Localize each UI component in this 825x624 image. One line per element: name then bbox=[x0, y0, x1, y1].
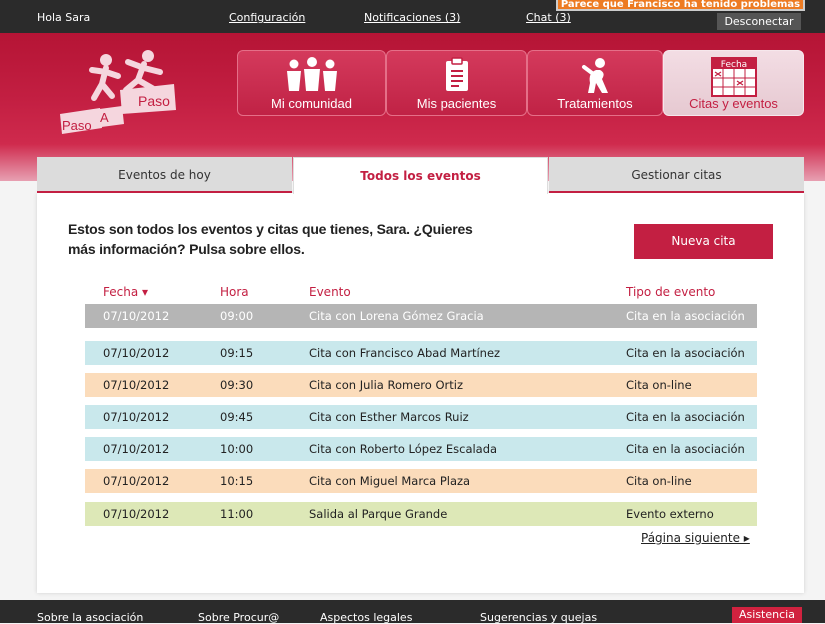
nav-label: Tratamientos bbox=[557, 96, 633, 111]
cell-date: 07/10/2012 bbox=[103, 474, 170, 488]
table-row[interactable]: 07/10/2012 09:00 Cita con Lorena Gómez Gra… bbox=[85, 304, 757, 328]
table-row[interactable]: 07/10/2012 10:15 Cita con Miguel Marca Pla… bbox=[85, 469, 757, 493]
nav-citas-y-eventos[interactable]: Fecha Citas y eventos bbox=[663, 50, 804, 116]
tab-eventos-de-hoy[interactable]: Eventos de hoy bbox=[37, 157, 292, 193]
cell-time: 10:15 bbox=[220, 474, 254, 488]
cell-event: Cita con Julia Romero Ortiz bbox=[309, 378, 463, 392]
cell-type: Cita on-line bbox=[626, 378, 692, 392]
calendar-icon: Fecha bbox=[710, 57, 757, 97]
nav-mis-pacientes[interactable]: Mis pacientes bbox=[386, 50, 527, 116]
cell-time: 10:00 bbox=[220, 442, 254, 456]
nav-label: Citas y eventos bbox=[689, 96, 778, 111]
table-row[interactable]: 07/10/2012 11:00 Salida al Parque Grande Ev… bbox=[85, 502, 757, 526]
logo-word-1: Paso bbox=[62, 118, 92, 133]
col-header-date[interactable]: Fecha ▾ bbox=[103, 285, 148, 299]
clipboard-icon bbox=[445, 57, 468, 91]
cell-date: 07/10/2012 bbox=[103, 410, 170, 424]
tab-todos-los-eventos[interactable]: Todos los eventos bbox=[293, 157, 548, 194]
paso-a-paso-logo[interactable]: Paso A Paso bbox=[56, 48, 186, 144]
cell-date: 07/10/2012 bbox=[103, 346, 170, 360]
nav-tratamientos[interactable]: Tratamientos bbox=[527, 50, 663, 116]
cell-event: Salida al Parque Grande bbox=[309, 507, 448, 521]
cell-date: 07/10/2012 bbox=[103, 507, 170, 521]
footer-procura-link[interactable]: Sobre Procur@ bbox=[198, 611, 279, 624]
cell-type: Cita en la asociación bbox=[626, 410, 745, 424]
cell-date: 07/10/2012 bbox=[103, 309, 170, 323]
tab-gestionar-citas[interactable]: Gestionar citas bbox=[549, 157, 804, 193]
footer-legal-link[interactable]: Aspectos legales bbox=[320, 611, 412, 624]
table-row[interactable]: 07/10/2012 09:15 Cita con Francisco Abad M… bbox=[85, 341, 757, 365]
calendar-icon-label: Fecha bbox=[720, 60, 746, 70]
notification-toast[interactable]: Parece que Francisco ha tenido problemas bbox=[556, 0, 805, 11]
config-link[interactable]: Configuración bbox=[229, 11, 305, 24]
cell-event: Cita con Roberto López Escalada bbox=[309, 442, 498, 456]
cell-type: Cita en la asociación bbox=[626, 346, 745, 360]
cell-type: Cita en la asociación bbox=[626, 442, 745, 456]
cell-event: Cita con Miguel Marca Plaza bbox=[309, 474, 471, 488]
cell-time: 11:00 bbox=[220, 507, 254, 521]
cell-event: Cita con Esther Marcos Ruiz bbox=[309, 410, 469, 424]
cell-date: 07/10/2012 bbox=[103, 378, 170, 392]
cell-time: 09:45 bbox=[220, 410, 254, 424]
cell-time: 09:15 bbox=[220, 346, 254, 360]
people-icon bbox=[286, 57, 337, 91]
table-row[interactable]: 07/10/2012 09:45 Cita con Esther Marcos Ru… bbox=[85, 405, 757, 429]
logout-button[interactable]: Desconectar bbox=[717, 13, 801, 30]
table-row[interactable]: 07/10/2012 09:30 Cita con Julia Romero Ort… bbox=[85, 373, 757, 397]
cell-type: Cita on-line bbox=[626, 474, 692, 488]
col-header-time: Hora bbox=[220, 285, 249, 299]
nav-label: Mi comunidad bbox=[271, 96, 352, 111]
intro-text: Estos son todos los eventos y citas que … bbox=[68, 221, 473, 257]
nav-label: Mis pacientes bbox=[416, 96, 497, 111]
greeting: Hola Sara bbox=[37, 11, 91, 24]
nav-mi-comunidad[interactable]: Mi comunidad bbox=[237, 50, 386, 116]
footer-suggestions-link[interactable]: Sugerencias y quejas bbox=[480, 611, 597, 624]
exercise-icon bbox=[582, 58, 608, 93]
logo-word-3: Paso bbox=[138, 93, 170, 109]
col-header-type: Tipo de evento bbox=[626, 285, 716, 299]
cell-type: Cita en la asociación bbox=[626, 309, 745, 323]
col-header-event: Evento bbox=[309, 285, 351, 299]
cell-type: Evento externo bbox=[626, 507, 714, 521]
logo-word-2: A bbox=[100, 110, 109, 125]
next-page-link[interactable]: Página siguiente ▸ bbox=[641, 531, 750, 545]
assistance-button[interactable]: Asistencia bbox=[732, 607, 802, 623]
cell-event: Cita con Lorena Gómez Gracia bbox=[309, 309, 484, 323]
new-appointment-button[interactable]: Nueva cita bbox=[634, 224, 773, 259]
chat-link[interactable]: Chat (3) bbox=[526, 11, 571, 24]
footer-bar: Sobre la asociación Sobre Procur@ Aspect… bbox=[0, 600, 825, 624]
footer-about-link[interactable]: Sobre la asociación bbox=[37, 611, 143, 624]
cell-event: Cita con Francisco Abad Martínez bbox=[309, 346, 501, 360]
cell-time: 09:30 bbox=[220, 378, 254, 392]
notifications-link[interactable]: Notificaciones (3) bbox=[364, 11, 460, 24]
cell-time: 09:00 bbox=[220, 309, 254, 323]
cell-date: 07/10/2012 bbox=[103, 442, 170, 456]
table-row[interactable]: 07/10/2012 10:00 Cita con Roberto López Es… bbox=[85, 437, 757, 461]
